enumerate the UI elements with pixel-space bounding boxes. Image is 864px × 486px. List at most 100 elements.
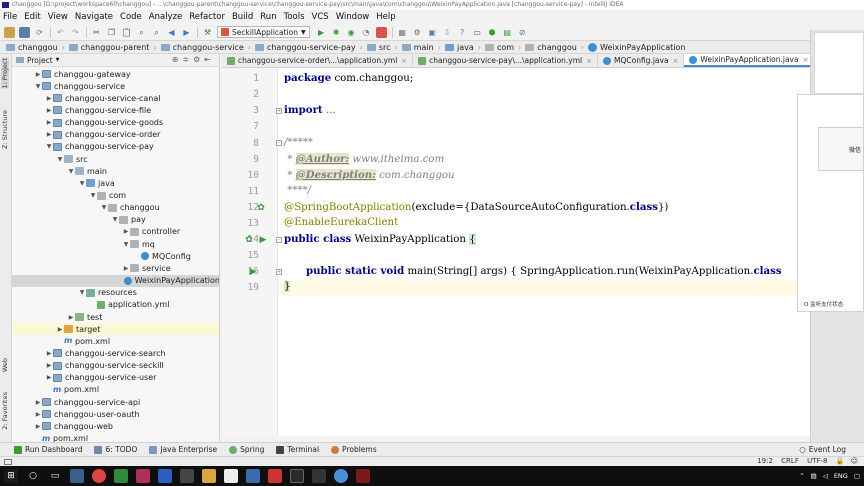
tree-item[interactable]: m pom.xml bbox=[12, 384, 219, 396]
fold-comment-icon[interactable]: - bbox=[276, 140, 282, 146]
stop-icon[interactable] bbox=[375, 26, 387, 38]
chevron-right-icon[interactable]: ▶ bbox=[34, 399, 42, 406]
tab-todo[interactable]: 6: TODO bbox=[94, 445, 137, 454]
breadcrumb-item[interactable]: java bbox=[442, 41, 477, 53]
chevron-down-icon[interactable]: ▼ bbox=[34, 83, 42, 90]
build-hammer-icon[interactable]: ⚒ bbox=[202, 27, 213, 38]
tree-item[interactable]: MQConfig bbox=[12, 250, 219, 262]
chevron-right-icon[interactable]: ▶ bbox=[34, 423, 42, 430]
menu-file[interactable]: File bbox=[3, 12, 17, 22]
chevron-right-icon[interactable]: ▶ bbox=[45, 119, 53, 126]
line-separator[interactable]: CRLF bbox=[781, 457, 799, 465]
coverage-icon[interactable]: ◉ bbox=[346, 27, 357, 38]
save-all-icon[interactable] bbox=[19, 26, 30, 38]
task-view-icon[interactable]: ▭ bbox=[48, 469, 62, 483]
tab-terminal[interactable]: Terminal bbox=[276, 445, 319, 454]
menu-tools[interactable]: Tools bbox=[284, 12, 305, 22]
editor-tab[interactable]: WeixinPayApplication.java × bbox=[684, 54, 810, 67]
fold-method-icon[interactable]: + bbox=[276, 269, 282, 275]
file-encoding[interactable]: UTF-8 bbox=[807, 457, 827, 465]
fold-class-icon[interactable]: - bbox=[276, 237, 282, 243]
tree-item[interactable]: ▶ controller bbox=[12, 226, 219, 238]
copy-icon[interactable]: ❐ bbox=[106, 27, 117, 38]
menu-edit[interactable]: Edit bbox=[24, 12, 40, 22]
breadcrumb-item[interactable]: changgou bbox=[3, 41, 61, 53]
plugin-icon[interactable]: ⬢ bbox=[487, 27, 498, 38]
chevron-down-icon[interactable]: ▼ bbox=[45, 143, 53, 150]
app-icon[interactable] bbox=[70, 469, 84, 483]
chevron-right-icon[interactable]: ▶ bbox=[45, 362, 53, 369]
menu-build[interactable]: Build bbox=[232, 12, 253, 22]
menu-vcs[interactable]: VCS bbox=[312, 12, 329, 22]
chevron-right-icon[interactable]: ▶ bbox=[34, 411, 42, 418]
chevron-down-icon[interactable]: ▼ bbox=[122, 241, 130, 248]
chevron-down-icon[interactable]: ▼ bbox=[56, 156, 64, 163]
sync-icon[interactable]: ⟳ bbox=[34, 27, 45, 38]
menu-navigate[interactable]: Navigate bbox=[75, 12, 113, 22]
input-language[interactable]: ENG bbox=[834, 472, 848, 480]
tree-item[interactable]: ▶ changgou-service-search bbox=[12, 347, 219, 359]
tree-item[interactable]: ▶ changgou-service-goods bbox=[12, 117, 219, 129]
chevron-right-icon[interactable]: ▶ bbox=[45, 95, 53, 102]
code-editor[interactable]: 1 2 3 7 8 9 10 11 12 13 14 15 16 19 + - - + ✿ ✿ ▶ ▶ p… bbox=[222, 68, 810, 436]
intellij-icon[interactable] bbox=[136, 469, 150, 483]
menu-code[interactable]: Code bbox=[120, 12, 142, 22]
tab-project-tool[interactable]: 1: Project bbox=[1, 58, 9, 89]
tree-item[interactable]: ▶ service bbox=[12, 262, 219, 274]
close-icon[interactable]: × bbox=[401, 57, 407, 65]
tree-item[interactable]: ▶ changgou-service-seckill bbox=[12, 360, 219, 372]
tree-item[interactable]: ▼ changgou-service-pay bbox=[12, 141, 219, 153]
menu-window[interactable]: Window bbox=[336, 12, 370, 22]
volume-icon[interactable]: ◁ bbox=[823, 472, 828, 480]
tree-item[interactable]: ▼ pay bbox=[12, 214, 219, 226]
chevron-down-icon[interactable]: ▼ bbox=[89, 192, 97, 199]
run-configuration-select[interactable]: SeckillApplication ▼ bbox=[217, 26, 310, 38]
tree-item[interactable]: ▼ changgou bbox=[12, 202, 219, 214]
image-icon[interactable]: ▤ bbox=[502, 27, 513, 38]
tab-favorites-tool[interactable]: 2: Favorites bbox=[1, 392, 9, 430]
undo-icon[interactable]: ↶ bbox=[55, 27, 66, 38]
no-entry-icon[interactable]: ⊘ bbox=[517, 27, 528, 38]
tree-item[interactable]: ▼ com bbox=[12, 190, 219, 202]
chevron-right-icon[interactable]: ▶ bbox=[45, 107, 53, 114]
toggle-tool-windows-icon[interactable] bbox=[4, 459, 12, 465]
run-icon[interactable]: ▶ bbox=[316, 27, 327, 38]
chevron-right-icon[interactable]: ▶ bbox=[122, 228, 130, 235]
chevron-down-icon[interactable]: ▼ bbox=[78, 180, 86, 187]
chevron-down-icon[interactable]: ▼ bbox=[111, 216, 119, 223]
close-icon[interactable]: × bbox=[673, 57, 679, 65]
tree-item[interactable]: ▼ changgou-service bbox=[12, 80, 219, 92]
breadcrumb-item[interactable]: changgou-service-pay bbox=[252, 41, 359, 53]
open-folder-icon[interactable] bbox=[4, 26, 15, 38]
vcs-update-icon[interactable]: ⇩ bbox=[442, 27, 453, 38]
tree-item[interactable]: ▶ changgou-gateway bbox=[12, 68, 219, 80]
tab-web-tool[interactable]: Web bbox=[1, 358, 9, 372]
chevron-right-icon[interactable]: ▶ bbox=[56, 326, 64, 333]
folder-icon[interactable] bbox=[202, 469, 216, 483]
tree-item[interactable]: ▶ changgou-service-user bbox=[12, 372, 219, 384]
editor-tab[interactable]: changgou-service-order\...\application.y… bbox=[222, 54, 414, 67]
breadcrumb-item[interactable]: com bbox=[482, 41, 517, 53]
breadcrumb-item[interactable]: changgou bbox=[522, 41, 580, 53]
sdk-icon[interactable]: ▣ bbox=[427, 27, 438, 38]
app-icon[interactable] bbox=[268, 469, 282, 483]
menu-refactor[interactable]: Refactor bbox=[189, 12, 225, 22]
app-icon[interactable] bbox=[246, 469, 260, 483]
tree-item[interactable]: ▼ src bbox=[12, 153, 219, 165]
chevron-down-icon[interactable]: ▼ bbox=[56, 57, 60, 63]
app-icon[interactable] bbox=[224, 469, 238, 483]
help-icon[interactable]: ? bbox=[457, 27, 468, 38]
fold-import-icon[interactable]: + bbox=[276, 108, 282, 114]
tree-item[interactable]: ▶ changgou-service-canal bbox=[12, 92, 219, 104]
settings-wrench-icon[interactable]: ⚙ bbox=[412, 27, 423, 38]
run-class-icon[interactable]: ▶ bbox=[258, 235, 268, 245]
paste-icon[interactable]: 📋 bbox=[121, 27, 132, 38]
tab-run-dashboard[interactable]: Run Dashboard bbox=[14, 445, 82, 454]
tree-item[interactable]: ▶ changgou-web bbox=[12, 420, 219, 432]
spring-bean-icon[interactable]: ✿ bbox=[244, 235, 254, 245]
collapse-icon[interactable]: ≑ bbox=[182, 55, 193, 64]
tab-problems[interactable]: Problems bbox=[331, 445, 377, 454]
project-panel-title[interactable]: Project bbox=[27, 56, 53, 65]
menu-analyze[interactable]: Analyze bbox=[149, 12, 183, 22]
app-icon[interactable] bbox=[290, 469, 304, 483]
